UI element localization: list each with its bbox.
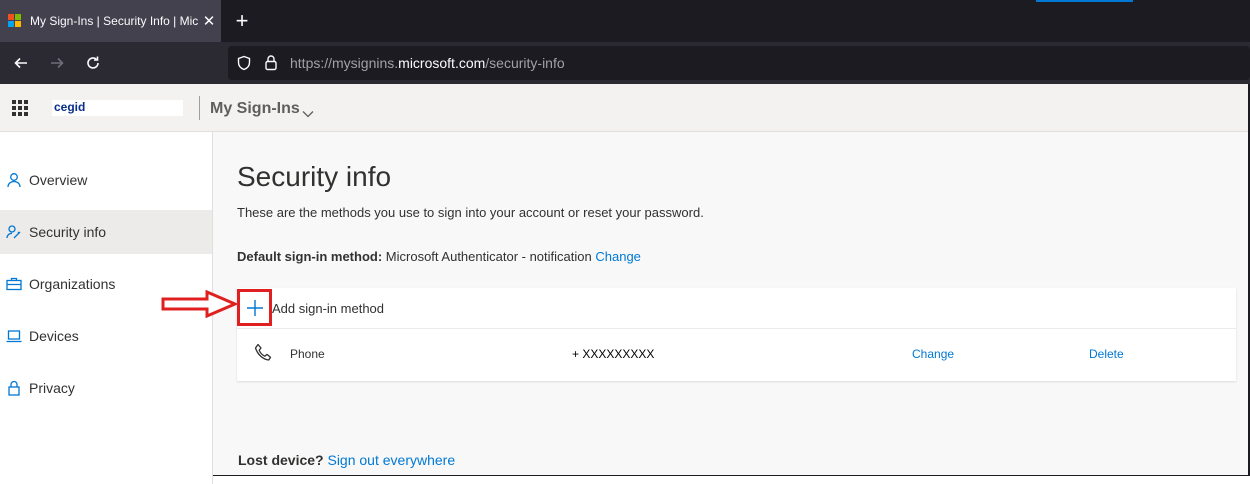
annotation-highlight-box [237,289,272,326]
annotation-arrow-icon [161,290,237,318]
laptop-icon [6,328,22,344]
page-subtitle: These are the methods you use to sign in… [237,205,704,220]
back-icon[interactable] [11,53,31,73]
method-type: Phone [290,347,325,361]
tab-title: My Sign-Ins | Security Info | Mic [30,14,198,28]
page-title: Security info [237,161,392,192]
url-path: /security-info [485,55,565,71]
reload-icon[interactable] [83,53,103,73]
url-text[interactable]: https://mysignins.microsoft.com/security… [290,55,565,71]
forward-icon[interactable] [47,53,67,73]
add-sign-in-method-label: Add sign-in method [272,301,385,316]
sidebar-item-label: Privacy [29,380,75,396]
header-divider [199,96,200,120]
microsoft-logo-icon [8,14,22,28]
method-row: Phone + XXXXXXXXX Change Delete [237,330,1236,379]
window-bottom-edge [213,475,1250,484]
person-icon [6,172,22,188]
sidebar-item-label: Overview [29,172,88,188]
sidebar-item-security-info[interactable]: Security info [0,210,212,254]
sidebar-item-label: Organizations [29,276,116,292]
lock-icon [6,380,22,396]
sidebar-item-label: Devices [29,328,79,344]
app-launcher-icon[interactable] [12,100,28,116]
methods-card: Add sign-in method Phone + XXXXXXXXX Cha… [237,288,1236,381]
url-prefix: https://mysignins. [290,55,399,71]
briefcase-icon [6,276,22,292]
browser-tab[interactable]: My Sign-Ins | Security Info | Mic ✕ [0,0,221,42]
organization-name: cegid [54,100,86,114]
delete-method-link[interactable]: Delete [1089,347,1124,361]
app-header: cegid My Sign-Ins [0,84,1250,132]
lost-device-label: Lost device? [238,452,324,468]
shield-icon[interactable] [236,55,252,76]
sidebar-item-privacy[interactable]: Privacy [0,366,212,410]
change-default-method-link[interactable]: Change [595,249,641,264]
person-key-icon [6,224,22,240]
sign-out-everywhere-link[interactable]: Sign out everywhere [327,452,455,468]
sidebar-item-devices[interactable]: Devices [0,314,212,358]
sidebar-item-label: Security info [29,224,107,240]
tab-close-icon[interactable]: ✕ [202,12,216,30]
toolbar-accent-bar [1036,0,1133,2]
new-tab-button[interactable]: + [232,9,252,33]
browser-nav-bar: https://mysignins.microsoft.com/security… [0,42,1250,84]
change-method-link[interactable]: Change [912,347,954,361]
default-method-value: Microsoft Authenticator - notification [385,249,592,264]
main-content: Security info These are the methods you … [213,132,1250,484]
url-domain: microsoft.com [398,55,486,71]
browser-tab-strip: My Sign-Ins | Security Info | Mic ✕ + [0,0,1250,42]
method-value: + XXXXXXXXX [572,347,655,361]
default-method-label: Default sign-in method: [237,249,383,264]
default-sign-in-method: Default sign-in method: Microsoft Authen… [237,249,641,264]
lock-icon[interactable] [264,54,278,77]
add-sign-in-method-button[interactable]: Add sign-in method [237,288,1236,329]
organization-logo: cegid [52,100,183,116]
phone-icon [253,342,275,369]
lost-device-row: Lost device? Sign out everywhere [238,452,455,468]
chevron-down-icon[interactable] [302,105,314,123]
app-title[interactable]: My Sign-Ins [210,100,300,118]
sidebar-item-overview[interactable]: Overview [0,158,212,202]
address-bar[interactable]: https://mysignins.microsoft.com/security… [228,46,1250,80]
